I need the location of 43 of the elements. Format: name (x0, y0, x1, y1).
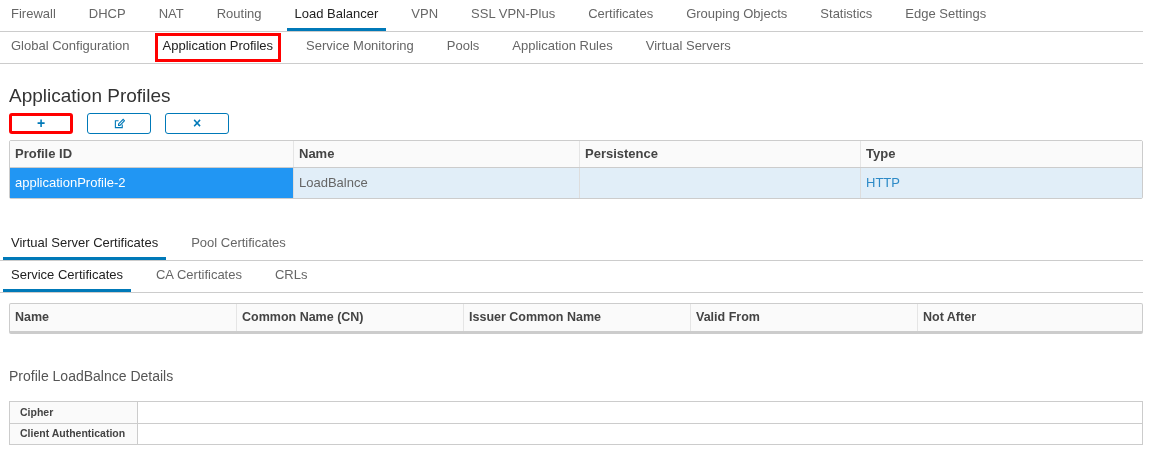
tab[interactable]: Application Rules (504, 32, 621, 63)
column-header: Profile ID (15, 145, 73, 164)
add-button[interactable]: + (9, 113, 73, 134)
edit-button[interactable] (87, 113, 151, 134)
tab[interactable]: Edge Settings (897, 0, 995, 31)
table-cell-text: HTTP (866, 174, 900, 193)
table-row[interactable]: applicationProfile-2 LoadBalnce HTTP (10, 168, 1142, 198)
tab[interactable]: DHCP (80, 0, 134, 31)
table-cell-text: applicationProfile-2 (15, 174, 126, 193)
column-header: Issuer Common Name (469, 309, 601, 327)
tab[interactable]: CRLs (266, 261, 316, 292)
table-cell-text: LoadBalnce (299, 174, 368, 193)
column-header: Name (15, 309, 50, 327)
tab[interactable]: Service Certificates (3, 261, 131, 292)
delete-button[interactable]: × (165, 113, 229, 134)
tab[interactable]: Routing (208, 0, 270, 31)
edit-icon (113, 118, 125, 129)
column-header: Valid From (696, 309, 760, 327)
tab[interactable]: Statistics (812, 0, 881, 31)
tab[interactable]: Load Balancer (286, 0, 387, 31)
row-label: Client Authentication (20, 426, 126, 442)
tab[interactable]: CA Certificates (148, 261, 250, 292)
column-header: Name (299, 145, 335, 164)
tab[interactable]: VPN (403, 0, 447, 31)
tab[interactable]: Certificates (580, 0, 662, 31)
tab[interactable]: Service Monitoring (298, 32, 422, 63)
tab[interactable]: SSL VPN-Plus (463, 0, 564, 31)
tab[interactable]: Virtual Server Certificates (3, 229, 167, 260)
section-title: Profile LoadBalnce Details (9, 367, 175, 386)
tab[interactable]: Application Profiles (154, 33, 282, 62)
column-header: Persistence (585, 145, 658, 164)
tab[interactable]: Pools (438, 32, 488, 63)
page-title: Application Profiles (9, 85, 172, 107)
tab[interactable]: Pool Certificates (183, 229, 294, 260)
column-header: Not After (923, 309, 976, 327)
tab[interactable]: Global Configuration (3, 32, 138, 63)
row-label: Cipher (20, 404, 54, 420)
tab[interactable]: NAT (150, 0, 192, 31)
tab[interactable]: Virtual Servers (637, 32, 739, 63)
column-header: Common Name (CN) (242, 309, 364, 327)
tab[interactable]: Firewall (3, 0, 64, 31)
column-header: Type (866, 145, 896, 164)
tab[interactable]: Grouping Objects (678, 0, 796, 31)
